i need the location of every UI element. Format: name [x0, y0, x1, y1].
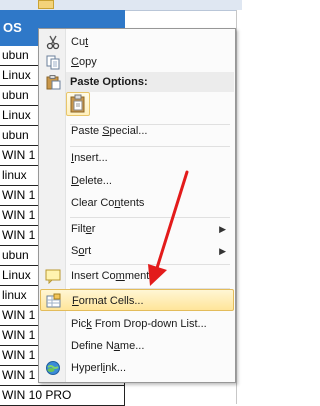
menu-item-hyperlink[interactable]: Hyperlink...	[40, 357, 234, 379]
menu-label: Delete...	[71, 175, 112, 187]
menu-item-paste-special[interactable]: Paste Special...	[40, 120, 234, 142]
submenu-arrow-icon: ▶	[219, 246, 226, 256]
menu-label: Paste Special...	[71, 125, 148, 137]
menu-label: Copy	[71, 56, 97, 68]
menu-item-filter[interactable]: Filter ▶	[40, 218, 234, 240]
menu-label: Filter	[71, 223, 96, 235]
menu-item-clear-contents[interactable]: Clear Contents	[40, 192, 234, 214]
scissors-icon	[45, 34, 61, 50]
menu-item-insert[interactable]: Insert...	[40, 147, 234, 169]
menu-item-copy[interactable]: Copy	[40, 51, 234, 73]
menu-label: Insert...	[71, 152, 108, 164]
menu-label: Format Cells...	[72, 295, 144, 307]
menu-label: Hyperlink...	[71, 362, 127, 374]
menu-item-sort[interactable]: Sort ▶	[40, 240, 234, 262]
clipboard-icon	[45, 74, 61, 90]
paste-options-title: Paste Options:	[66, 72, 234, 92]
menu-item-insert-comment[interactable]: Insert Comment	[40, 265, 234, 287]
grid-edge	[236, 10, 243, 404]
menu-label: Pick From Drop-down List...	[71, 318, 207, 330]
menu-item-delete[interactable]: Delete...	[40, 170, 234, 192]
format-cells-icon	[46, 293, 62, 309]
menu-label: Sort	[71, 245, 92, 257]
menu-label: Clear Contents	[71, 197, 145, 209]
menu-item-format-cells[interactable]: Format Cells...	[40, 289, 234, 311]
submenu-arrow-icon: ▶	[219, 224, 226, 234]
context-menu: Cut Copy Paste Options: Paste Special...…	[38, 28, 236, 383]
menu-label: Cut	[71, 36, 89, 48]
copy-icon	[45, 54, 61, 70]
menu-label: Insert Comment	[71, 270, 150, 282]
paste-icon	[70, 94, 85, 113]
filter-tab[interactable]	[38, 0, 54, 9]
menu-label: Define Name...	[71, 340, 145, 352]
menu-item-cut[interactable]: Cut	[40, 31, 234, 53]
hyperlink-icon	[45, 360, 61, 376]
menu-item-pick-from-dropdown[interactable]: Pick From Drop-down List...	[40, 313, 234, 335]
comment-icon	[45, 268, 61, 285]
paste-button[interactable]	[66, 92, 90, 116]
menu-item-define-name[interactable]: Define Name...	[40, 335, 234, 357]
table-row[interactable]: WIN 10 PRO	[0, 386, 125, 406]
